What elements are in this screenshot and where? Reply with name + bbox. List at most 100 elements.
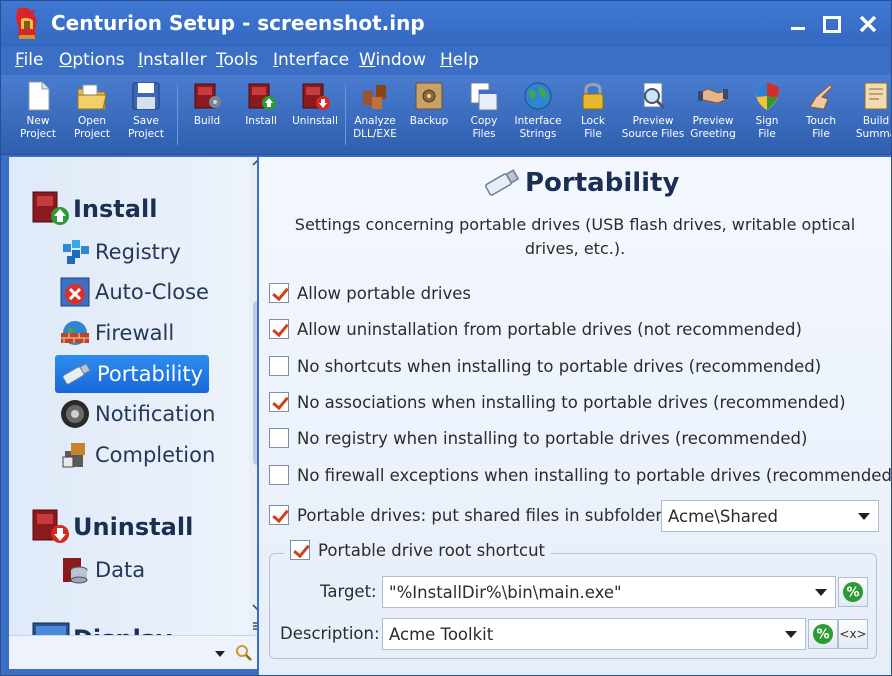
sidebar-header-install[interactable]: Install bbox=[31, 189, 157, 229]
sidebar-header-uninstall[interactable]: Uninstall bbox=[31, 507, 193, 547]
scroll-thumb[interactable] bbox=[253, 301, 257, 465]
sidebar-header-display[interactable]: Display bbox=[31, 619, 172, 635]
option-no-firewall-exceptions[interactable]: No firewall exceptions when installing t… bbox=[269, 465, 892, 485]
checkbox[interactable] bbox=[269, 319, 289, 339]
dropdown-arrow-icon[interactable] bbox=[785, 631, 797, 638]
checkbox[interactable] bbox=[269, 392, 289, 412]
option-allow-portable-drives[interactable]: Allow portable drives bbox=[269, 283, 471, 303]
pointing-hand-icon bbox=[809, 84, 833, 110]
scroll-icon bbox=[864, 82, 888, 110]
dropdown-arrow-icon[interactable] bbox=[215, 651, 225, 657]
touch-file-button[interactable]: Touch File bbox=[799, 79, 843, 151]
sidebar-item-data[interactable]: Data bbox=[55, 551, 151, 589]
completion-icon bbox=[62, 443, 85, 468]
usb-drive-icon bbox=[62, 362, 91, 385]
description-combo[interactable]: Acme Toolkit bbox=[382, 618, 806, 650]
menu-lines-icon[interactable] bbox=[249, 619, 257, 633]
install-button[interactable]: Install bbox=[241, 79, 281, 151]
target-variable-button[interactable]: % bbox=[838, 577, 868, 607]
checkbox[interactable] bbox=[269, 505, 289, 525]
checkbox[interactable] bbox=[269, 356, 289, 376]
analyze-icon bbox=[363, 85, 386, 109]
minimize-icon[interactable] bbox=[787, 13, 809, 35]
navigation-sidebar: Install Registry Auto-Close Firewall Por… bbox=[9, 157, 257, 635]
checkbox[interactable] bbox=[269, 465, 289, 485]
sidebar-item-registry[interactable]: Registry bbox=[55, 233, 187, 271]
preview-source-files-button[interactable]: Preview Source Files bbox=[621, 79, 685, 151]
target-label: Target: bbox=[320, 582, 377, 601]
open-project-button[interactable]: Open Project bbox=[71, 79, 113, 151]
root-shortcut-group: Portable drive root shortcut Target: "%I… bbox=[269, 540, 877, 659]
build-button[interactable]: Build bbox=[187, 79, 227, 151]
sidebar-item-auto-close[interactable]: Auto-Close bbox=[55, 273, 215, 311]
dropdown-arrow-icon[interactable] bbox=[815, 589, 827, 596]
menu-interface[interactable]: Interface bbox=[273, 50, 349, 70]
option-no-registry[interactable]: No registry when installing to portable … bbox=[269, 428, 807, 448]
svg-text:%: % bbox=[816, 628, 829, 643]
uninstall-box-icon bbox=[32, 509, 69, 543]
analyze-dll-exe-button[interactable]: Analyze DLL/EXE bbox=[351, 79, 399, 151]
sidebar-item-portability[interactable]: Portability bbox=[55, 355, 209, 393]
shield-icon bbox=[755, 82, 779, 110]
centurion-helmet-icon bbox=[15, 7, 37, 39]
backup-button[interactable]: Backup bbox=[407, 79, 451, 151]
firewall-icon bbox=[61, 321, 89, 345]
content-panel: Portability Settings concerning portable… bbox=[259, 157, 892, 675]
install-box-icon bbox=[32, 191, 69, 225]
copy-files-button[interactable]: Copy Files bbox=[463, 79, 505, 151]
data-icon bbox=[63, 558, 88, 584]
dropdown-arrow-icon[interactable] bbox=[858, 513, 870, 520]
padlock-icon bbox=[582, 83, 604, 110]
floppy-disk-icon bbox=[132, 82, 160, 110]
lock-file-button[interactable]: Lock File bbox=[573, 79, 613, 151]
menu-tools[interactable]: Tools bbox=[216, 50, 258, 70]
registry-icon bbox=[63, 240, 89, 264]
build-box-icon bbox=[194, 83, 221, 109]
sign-file-button[interactable]: Sign File bbox=[747, 79, 787, 151]
maximize-icon[interactable] bbox=[821, 13, 843, 35]
scroll-down-icon[interactable] bbox=[249, 601, 257, 613]
target-combo[interactable]: "%InstallDir%\bin\main.exe" bbox=[382, 576, 836, 608]
description-variable-button[interactable]: % bbox=[808, 619, 838, 649]
menu-options[interactable]: Options bbox=[59, 50, 125, 70]
option-no-associations[interactable]: No associations when installing to porta… bbox=[269, 392, 846, 412]
menu-window[interactable]: Window bbox=[359, 50, 426, 70]
interface-strings-button[interactable]: Interface Strings bbox=[513, 79, 563, 151]
search-icon[interactable] bbox=[235, 644, 253, 662]
preview-greeting-button[interactable]: Preview Greeting bbox=[689, 79, 737, 151]
sidebar-scrollbar[interactable] bbox=[249, 157, 257, 635]
sidebar-search-box[interactable] bbox=[9, 635, 257, 669]
scroll-up-icon[interactable] bbox=[249, 157, 257, 169]
option-shared-subfolder[interactable]: Portable drives: put shared files in sub… bbox=[269, 505, 668, 525]
menu-file[interactable]: File bbox=[15, 50, 43, 70]
option-no-shortcuts[interactable]: No shortcuts when installing to portable… bbox=[269, 356, 821, 376]
menu-help[interactable]: Help bbox=[440, 50, 479, 70]
checkbox[interactable] bbox=[290, 540, 310, 560]
subfolder-combo[interactable]: Acme\Shared bbox=[661, 500, 879, 532]
menu-installer[interactable]: Installer bbox=[138, 50, 207, 70]
window-title: Centurion Setup - screenshot.inp bbox=[51, 11, 425, 35]
usb-drive-icon bbox=[484, 169, 520, 196]
sidebar-item-completion[interactable]: Completion bbox=[55, 436, 221, 474]
new-project-button[interactable]: New Project bbox=[17, 79, 59, 151]
svg-text:%: % bbox=[846, 586, 859, 601]
menu-bar: File Options Installer Tools Interface W… bbox=[1, 47, 891, 75]
root-shortcut-option[interactable]: Portable drive root shortcut bbox=[284, 540, 552, 560]
safe-icon bbox=[415, 82, 443, 110]
close-icon[interactable] bbox=[857, 13, 879, 35]
auto-close-icon bbox=[60, 277, 90, 307]
checkbox[interactable] bbox=[269, 428, 289, 448]
save-project-button[interactable]: Save Project bbox=[125, 79, 167, 151]
checkbox[interactable] bbox=[269, 283, 289, 303]
sidebar-item-notification[interactable]: Notification bbox=[55, 395, 222, 433]
build-summary-button[interactable]: BuildSumma bbox=[851, 79, 891, 151]
new-file-icon bbox=[28, 81, 50, 111]
toolbar: New Project Open Project Save Project Build… bbox=[1, 75, 891, 155]
install-box-icon bbox=[248, 83, 276, 110]
speaker-icon bbox=[61, 400, 89, 428]
uninstall-button[interactable]: Uninstall bbox=[291, 79, 339, 151]
description-token-button[interactable]: <x> bbox=[838, 619, 868, 649]
option-allow-uninstallation[interactable]: Allow uninstallation from portable drive… bbox=[269, 319, 802, 339]
toolbar-separator bbox=[177, 85, 178, 145]
sidebar-item-firewall[interactable]: Firewall bbox=[55, 314, 180, 352]
